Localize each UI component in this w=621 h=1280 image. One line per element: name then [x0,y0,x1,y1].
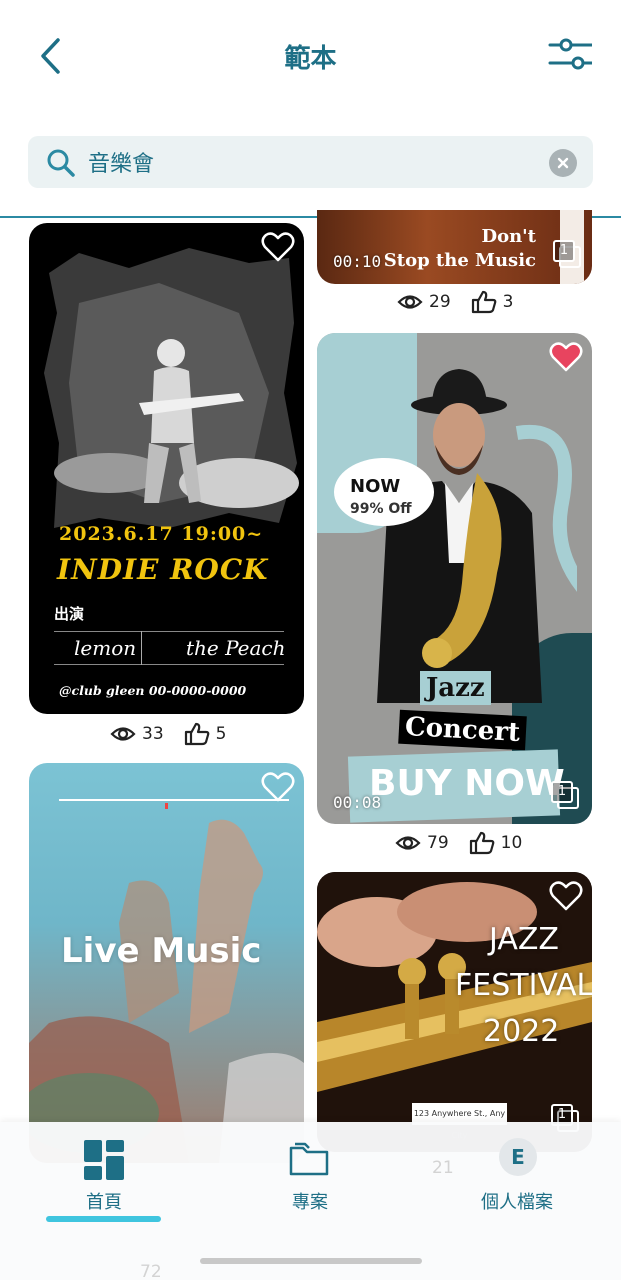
card-title-line1: JAZZ [489,922,559,957]
template-card-jazz-concert[interactable]: NOW 99% Off Jazz Concert BUY NOW 00:08 1 [317,333,592,824]
eye-icon [110,727,136,741]
page-count-icon: 1 [551,781,581,811]
event-title: INDIE ROCK [57,553,269,586]
card-stats: 29 3 [397,290,513,314]
template-card-indie-rock[interactable]: 2023.6.17 19:00~ INDIE ROCK 出演 lemon the… [29,223,304,714]
page-count-icon: 1 [553,240,583,270]
favorite-button[interactable] [549,880,583,912]
concert-photo [44,248,299,528]
performer-name: the Peach [186,636,286,660]
clear-search-button[interactable] [549,149,577,177]
heart-outline-icon [261,232,295,262]
sliders-icon [548,38,594,70]
heart-filled-icon [549,342,583,372]
event-venue: @club gleen 00-0000-0000 [59,683,247,698]
home-indicator [200,1258,422,1264]
cta-text: BUY NOW [369,763,565,804]
template-card-live-music[interactable]: Live Music [29,763,304,1163]
view-count: 33 [142,724,164,744]
event-date: 2023.6.17 19:00~ [59,523,264,545]
card-decoration [165,803,168,809]
eye-icon [395,836,421,850]
page-title: 範本 [284,44,337,74]
card-title-line1: Jazz [420,671,491,705]
discount-badge-line2: 99% Off [350,501,412,517]
video-duration: 00:08 [333,793,382,812]
like-count: 10 [500,833,523,853]
view-count: 29 [429,292,451,312]
card-stats: 33 5 [110,722,226,746]
tab-profile[interactable]: E 個人檔案 [427,1122,607,1232]
tab-label: 首頁 [86,1192,122,1213]
heart-outline-icon [549,881,583,911]
favorite-button[interactable] [261,231,295,263]
card-title-line3: 2022 [483,1014,560,1049]
close-icon [557,157,569,169]
performers-label: 出演 [54,605,85,623]
template-card-stop-music[interactable]: Don't Stop the Music 00:10 1 [317,210,592,284]
top-bar: 範本 [0,0,621,110]
filter-button[interactable] [548,36,596,76]
like-count: 5 [215,724,227,744]
folder-icon [289,1142,329,1176]
template-card-jazz-festival[interactable]: JAZZ FESTIVAL 2022 123 Anywhere St., Any… [317,872,592,1152]
thumbs-up-icon [184,722,209,746]
tab-label: 專案 [292,1192,328,1213]
thumbs-up-icon [471,290,496,314]
search-bar [28,136,593,188]
video-duration: 00:10 [333,252,382,271]
view-count: 21 [432,1158,454,1178]
bottom-navigation: 首頁 專案 E 個人檔案 [0,1122,621,1280]
performer-name: lemon [74,636,137,660]
tab-label: 個人檔案 [481,1192,553,1213]
active-tab-indicator [46,1216,161,1222]
card-title-line1: Don't [481,226,536,247]
grid-icon [84,1140,124,1180]
favorite-button[interactable] [549,341,583,373]
heart-outline-icon [261,772,295,802]
avatar: E [499,1138,537,1176]
card-title-line2: Stop the Music [383,250,536,271]
performers-divider [141,631,142,665]
eye-icon [397,295,423,309]
like-count: 3 [502,292,514,312]
thumbs-up-icon [469,831,494,855]
search-input[interactable] [88,136,538,188]
saxophonist-photo [377,369,577,703]
tab-projects[interactable]: 專案 [220,1122,400,1232]
view-count: 72 [140,1262,162,1280]
card-decoration [59,799,289,801]
card-title: Live Music [61,931,262,971]
favorite-button[interactable] [261,771,295,803]
discount-badge-line1: NOW [350,476,401,497]
view-count: 79 [427,833,449,853]
card-stats: 79 10 [395,831,522,855]
search-icon [47,149,75,177]
card-title-line2: Concert [398,709,527,751]
card-title-line2: FESTIVAL [455,968,592,1003]
